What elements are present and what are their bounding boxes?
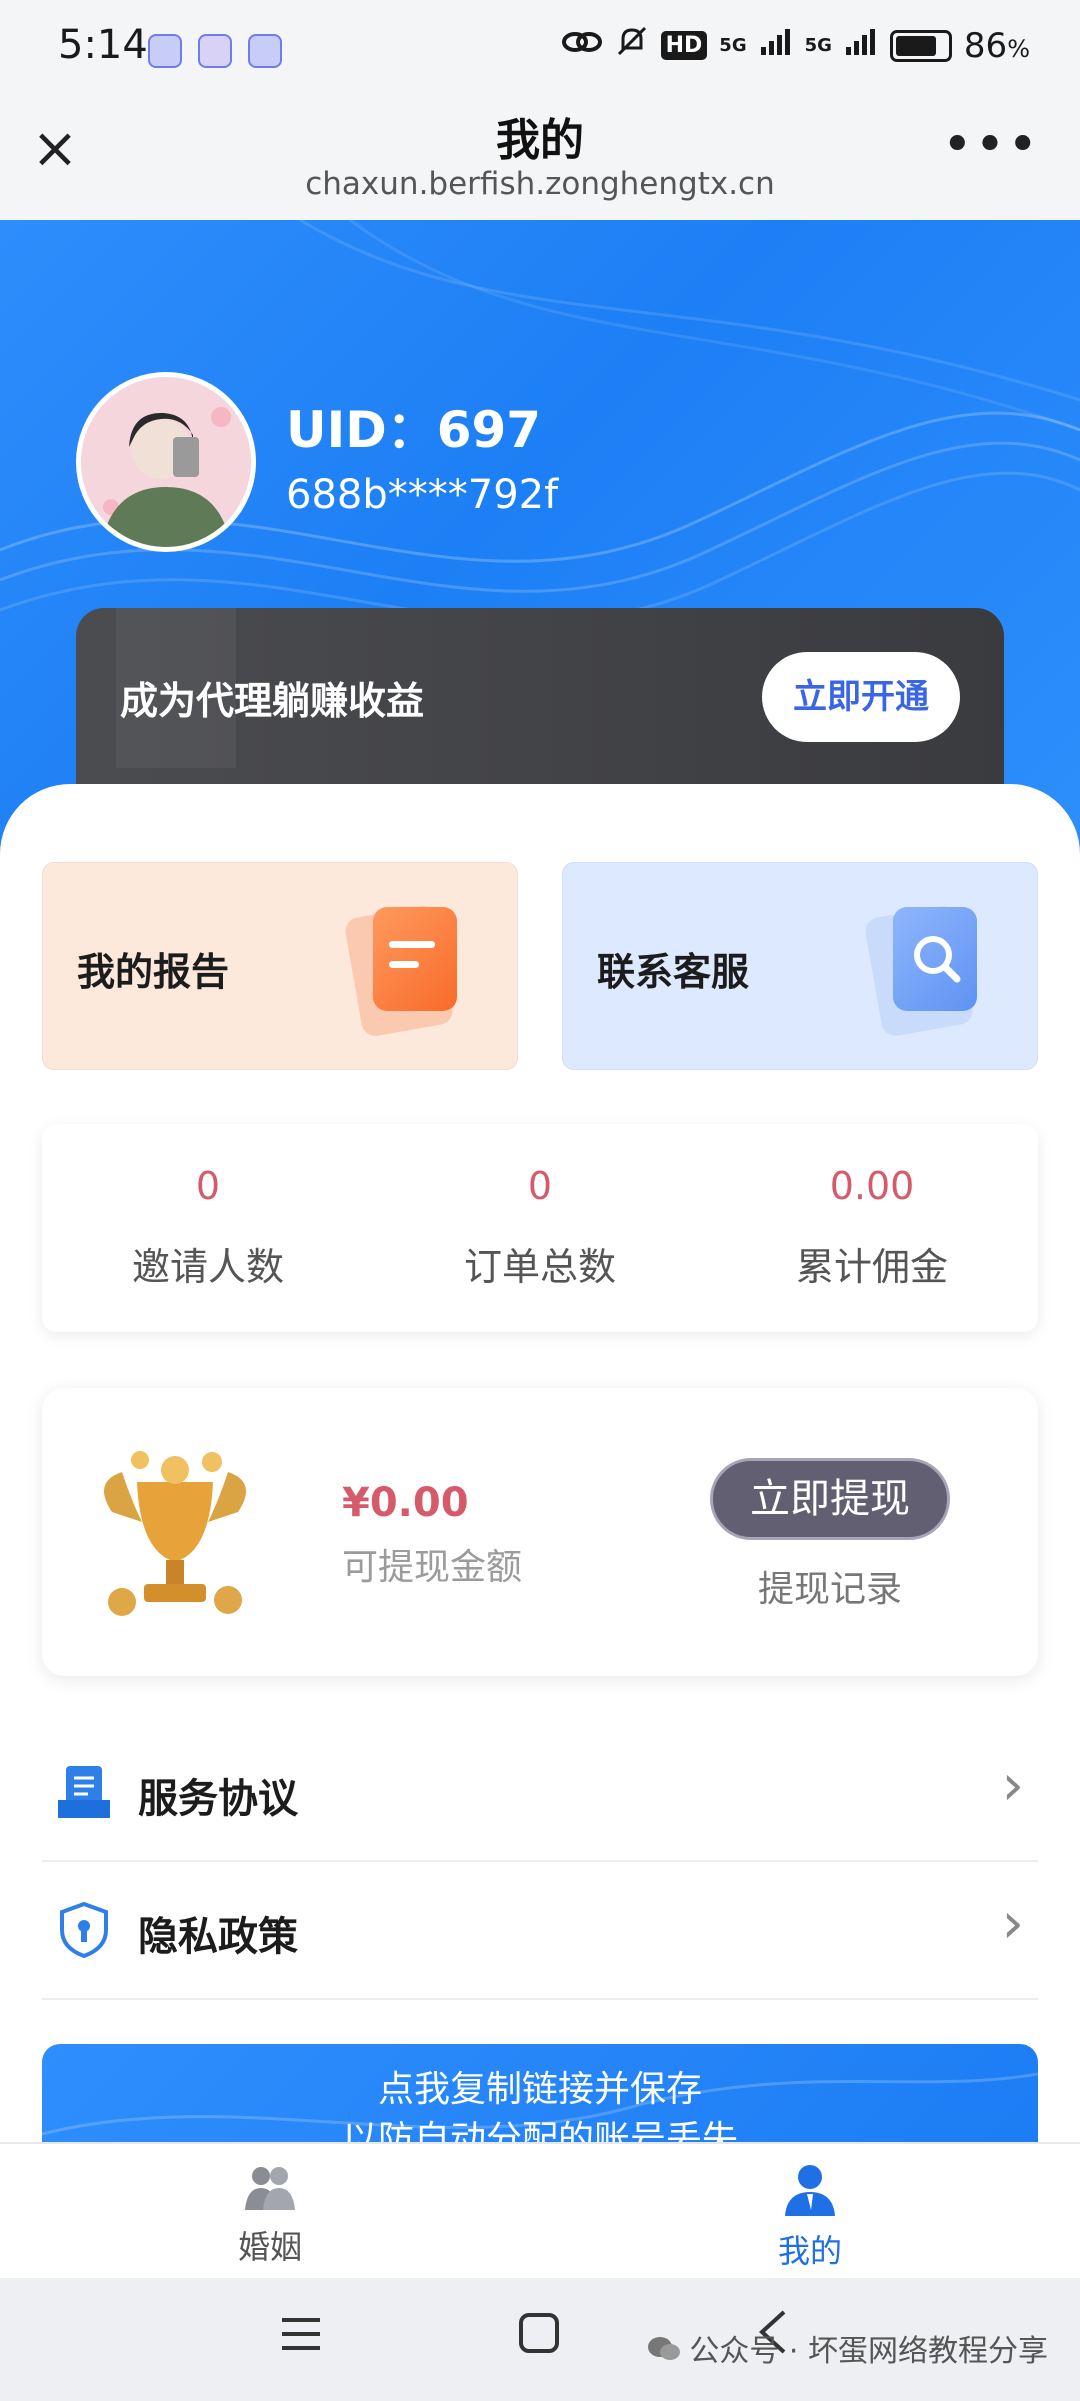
signal-icon: [844, 26, 878, 66]
hd-icon: HD: [660, 31, 708, 60]
home-icon[interactable]: [518, 2308, 560, 2366]
main-content: 我的报告 联系客服 0 邀请人数 0 订单总数 0.00 累计佣金 ¥0.00 …: [0, 784, 1080, 2164]
stat-label: 邀请人数: [131, 1245, 284, 1289]
status-indicators: HD 5G 5G 86%: [561, 24, 1030, 67]
status-bar: 5:14 HD 5G 5G 86%: [0, 0, 1080, 96]
withdrawable-amount: ¥0.00: [342, 1480, 469, 1526]
nav-tab-marriage[interactable]: 婚姻: [170, 2162, 370, 2268]
account-id: 688b****792f: [286, 472, 559, 518]
page-url: chaxun.berfish.zonghengtx.cn: [305, 166, 775, 202]
report-icon: [373, 907, 457, 1011]
watermark: 公众号 · 坏蛋网络教程分享: [647, 2326, 1048, 2371]
wechat-icon: [647, 2335, 681, 2371]
browser-titlebar: × 我的 chaxun.berfish.zonghengtx.cn •••: [0, 96, 1080, 220]
avatar[interactable]: [76, 372, 256, 552]
app-notification-icon: [248, 34, 282, 68]
bottom-navigation: 婚姻 我的: [0, 2142, 1080, 2280]
stats-panel: 0 邀请人数 0 订单总数 0.00 累计佣金: [42, 1124, 1038, 1332]
copy-banner-line-1: 点我复制链接并保存: [377, 2069, 702, 2110]
nav-tab-label: 婚姻: [237, 2228, 302, 2266]
app-notification-icon: [198, 34, 232, 68]
menu-item-service-agreement[interactable]: 服务协议 ›: [42, 1724, 1038, 1862]
stat-invites: 0 邀请人数: [42, 1124, 374, 1291]
battery-icon: [889, 29, 952, 62]
signal-icon: [759, 26, 793, 66]
status-time: 5:14: [58, 22, 148, 68]
withdrawable-amount-label: 可提现金额: [342, 1547, 523, 1588]
service-search-icon: [893, 907, 977, 1011]
more-icon[interactable]: •••: [942, 119, 1040, 171]
stat-label: 订单总数: [463, 1245, 616, 1289]
stat-value: 0.00: [829, 1164, 915, 1208]
menu-item-privacy-policy[interactable]: 隐私政策 ›: [42, 1862, 1038, 2000]
bell-off-icon: [615, 24, 649, 67]
contact-service-label: 联系客服: [597, 950, 750, 994]
network-5g-label: 5G: [804, 35, 832, 56]
nav-tab-label: 我的: [777, 2232, 842, 2270]
my-report-label: 我的报告: [77, 950, 230, 994]
menu-item-label: 服务协议: [138, 1776, 298, 1822]
page-title: 我的: [496, 115, 584, 166]
stat-label: 累计佣金: [795, 1245, 948, 1289]
user-uid: UID：697: [286, 401, 542, 459]
stat-orders: 0 订单总数: [374, 1124, 706, 1291]
nav-tab-mine[interactable]: 我的: [710, 2162, 910, 2272]
contact-service-card[interactable]: 联系客服: [562, 862, 1038, 1070]
shield-lock-icon: [56, 1901, 112, 1959]
agent-promo-card: 成为代理躺赚收益 立即开通: [76, 608, 1004, 798]
menu-icon[interactable]: [280, 2308, 322, 2366]
user-icon: [710, 2162, 910, 2220]
stat-commission: 0.00 累计佣金: [706, 1124, 1038, 1291]
document-icon: [56, 1764, 112, 1820]
menu-item-label: 隐私政策: [138, 1914, 298, 1960]
battery-level: 86%: [963, 25, 1030, 66]
wallet-card: ¥0.00 可提现金额 立即提现 提现记录: [42, 1388, 1038, 1676]
chevron-right-icon: ›: [1001, 1753, 1024, 1818]
chevron-right-icon: ›: [1001, 1891, 1024, 1956]
activate-agent-button[interactable]: 立即开通: [762, 652, 960, 742]
network-5g-label: 5G: [719, 35, 747, 56]
link-icon: [561, 26, 603, 66]
agent-promo-text: 成为代理躺赚收益: [120, 679, 425, 723]
stat-value: 0: [195, 1164, 221, 1208]
withdraw-button[interactable]: 立即提现: [710, 1458, 950, 1540]
app-notification-icon: [148, 34, 182, 68]
couple-icon: [170, 2162, 370, 2216]
system-navigation-bar: 公众号 · 坏蛋网络教程分享: [0, 2278, 1080, 2401]
stat-value: 0: [527, 1164, 553, 1208]
profile-header: UID：697 688b****792f 成为代理躺赚收益 立即开通: [0, 220, 1080, 870]
trophy-icon: [82, 1442, 268, 1628]
withdraw-record-link[interactable]: 提现记录: [710, 1560, 950, 1612]
my-report-card[interactable]: 我的报告: [42, 862, 518, 1070]
